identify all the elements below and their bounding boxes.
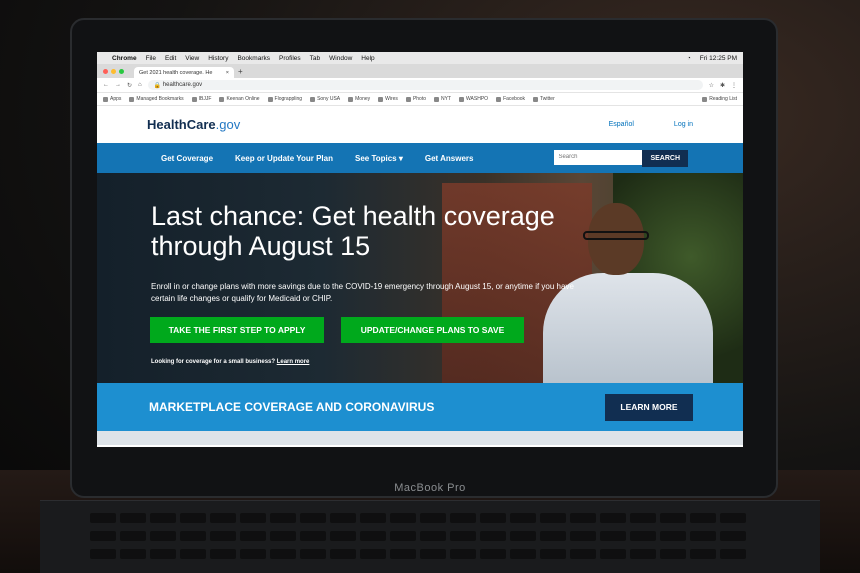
bookmark-icon — [459, 96, 465, 102]
forward-icon[interactable]: → — [115, 82, 121, 88]
search-button[interactable]: SEARCH — [642, 149, 688, 167]
extensions-icon[interactable]: ✱ — [720, 82, 725, 89]
bookmark-icon — [267, 96, 273, 102]
menu-profiles[interactable]: Profiles — [279, 55, 301, 62]
browser-tabbar: Get 2021 health coverage. He × + — [97, 64, 743, 78]
menubar-app-name[interactable]: Chrome — [112, 55, 137, 62]
menu-file[interactable]: File — [146, 55, 156, 62]
folder-icon — [405, 96, 411, 102]
browser-tab[interactable]: Get 2021 health coverage. He × — [134, 67, 234, 78]
tab-title: Get 2021 health coverage. He — [139, 69, 213, 76]
menu-view[interactable]: View — [185, 55, 199, 62]
main-nav: Get Coverage Keep or Update Your Plan Se… — [97, 143, 743, 173]
bookmark-keenan[interactable]: Keenan Online — [219, 96, 260, 102]
bookmark-sony[interactable]: Sony USA — [310, 96, 340, 102]
bookmark-icon — [191, 96, 197, 102]
site-search: SEARCH — [554, 149, 688, 167]
laptop-keyboard — [40, 500, 820, 573]
address-bar[interactable]: 🔒 healthcare.gov — [147, 80, 703, 90]
marketplace-banner: MARKETPLACE COVERAGE AND CORONAVIRUS LEA… — [97, 383, 743, 431]
menu-window[interactable]: Window — [329, 55, 352, 62]
new-tab-icon[interactable]: + — [238, 67, 243, 76]
learn-more-link[interactable]: Learn more — [277, 359, 310, 365]
menu-history[interactable]: History — [208, 55, 228, 62]
menu-tab[interactable]: Tab — [310, 55, 320, 62]
nav-get-answers[interactable]: Get Answers — [425, 154, 474, 163]
bookmark-icon — [310, 96, 316, 102]
close-tab-icon[interactable]: × — [226, 70, 229, 76]
photo-scene: Chrome File Edit View History Bookmarks … — [0, 0, 860, 573]
menu-edit[interactable]: Edit — [165, 55, 176, 62]
bookmark-icon — [434, 96, 440, 102]
bookmarks-bar: Apps Managed Bookmarks IBJJF Keenan Onli… — [97, 93, 743, 106]
nav-get-coverage[interactable]: Get Coverage — [161, 154, 213, 163]
bookmark-ibjjf[interactable]: IBJJF — [191, 96, 211, 102]
twitter-icon — [533, 96, 539, 102]
login-link[interactable]: Log in — [674, 121, 693, 128]
folder-icon — [378, 96, 384, 102]
bookmark-star-icon[interactable]: ☆ — [709, 82, 714, 89]
menu-bookmarks[interactable]: Bookmarks — [237, 55, 270, 62]
banner-title: MARKETPLACE COVERAGE AND CORONAVIRUS — [149, 400, 435, 414]
hero-body: Enroll in or change plans with more savi… — [151, 282, 574, 303]
folder-icon — [129, 96, 135, 102]
bookmark-wires[interactable]: Wires — [378, 96, 398, 102]
browser-menu-icon[interactable]: ⋮ — [731, 82, 737, 89]
small-business-text: Looking for coverage for a small busines… — [151, 359, 310, 365]
url-text: healthcare.gov — [162, 82, 203, 88]
page-bottom-strip — [97, 431, 743, 445]
facebook-icon — [496, 96, 502, 102]
laptop-screen: Chrome File Edit View History Bookmarks … — [97, 52, 743, 447]
nav-see-topics[interactable]: See Topics ▾ — [355, 154, 403, 163]
bookmark-washpo[interactable]: WASHPO — [459, 96, 488, 102]
bookmark-nyt[interactable]: NYT — [434, 96, 451, 102]
browser-toolbar: ← → ↻ ⌂ 🔒 healthcare.gov ☆ ✱ ⋮ — [97, 78, 743, 93]
bookmark-money[interactable]: Money — [348, 96, 370, 102]
menubar-clock[interactable]: Fri 12:25 PM — [700, 55, 737, 62]
bookmark-flograppling[interactable]: Flograppling — [267, 96, 302, 102]
bookmark-twitter[interactable]: Twitter — [533, 96, 555, 102]
site-header: HealthCare.gov Español Log in — [97, 106, 743, 143]
reading-list[interactable]: Reading List — [702, 96, 737, 102]
bookmark-icon — [219, 96, 225, 102]
wifi-icon[interactable]: ◔ — [687, 55, 691, 62]
espanol-link[interactable]: Español — [609, 121, 634, 128]
lock-icon: 🔒 — [153, 82, 163, 89]
macos-menubar: Chrome File Edit View History Bookmarks … — [97, 52, 743, 64]
hero-headline: Last chance: Get health coverage through… — [151, 201, 555, 261]
macbook-label: MacBook Pro — [394, 482, 466, 494]
nav-keep-update-plan[interactable]: Keep or Update Your Plan — [235, 154, 333, 163]
home-icon[interactable]: ⌂ — [138, 82, 142, 88]
search-input[interactable] — [554, 149, 643, 165]
window-controls — [103, 68, 124, 74]
site-logo[interactable]: HealthCare.gov — [147, 117, 240, 132]
update-plans-button[interactable]: UPDATE/CHANGE PLANS TO SAVE — [341, 317, 524, 343]
reading-list-icon — [702, 96, 708, 102]
menu-help[interactable]: Help — [361, 55, 374, 62]
folder-icon — [348, 96, 354, 102]
bookmark-apps[interactable]: Apps — [103, 96, 121, 102]
bookmark-facebook[interactable]: Facebook — [496, 96, 525, 102]
reload-icon[interactable]: ↻ — [127, 82, 132, 89]
bookmark-managed[interactable]: Managed Bookmarks — [129, 96, 184, 102]
hero-section: Last chance: Get health coverage through… — [97, 173, 743, 383]
back-icon[interactable]: ← — [103, 82, 109, 88]
apply-button[interactable]: TAKE THE FIRST STEP TO APPLY — [150, 317, 324, 343]
bookmark-photo[interactable]: Photo — [405, 96, 426, 102]
close-window-button[interactable] — [103, 68, 108, 74]
zoom-window-button[interactable] — [119, 68, 124, 74]
apps-icon — [103, 96, 108, 102]
learn-more-button[interactable]: LEARN MORE — [605, 393, 693, 421]
minimize-window-button[interactable] — [111, 68, 116, 74]
